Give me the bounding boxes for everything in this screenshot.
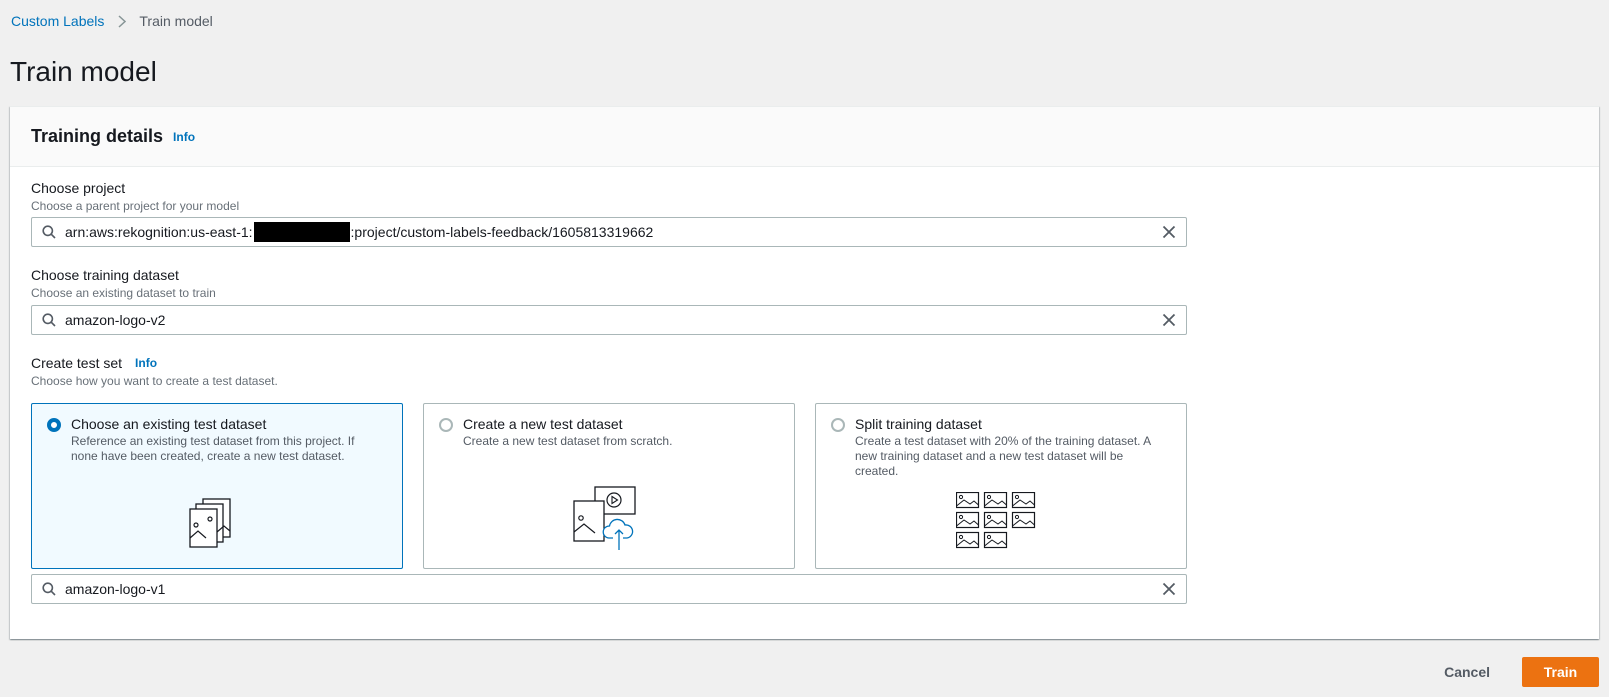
tile-description: Create a new test dataset from scratch. xyxy=(463,434,673,448)
search-icon xyxy=(42,225,56,239)
project-label: Choose project xyxy=(31,180,126,196)
project-description: Choose a parent project for your model xyxy=(31,199,240,213)
training-details-panel: Training details Info Choose project Cho… xyxy=(10,106,1599,639)
test-set-description: Choose how you want to create a test dat… xyxy=(31,374,278,388)
breadcrumb: Custom Labels Train model xyxy=(11,13,213,29)
training-dataset-input[interactable] xyxy=(65,306,1162,334)
project-field: Choose project Choose a parent project f… xyxy=(31,180,239,213)
redacted-account-id xyxy=(253,222,350,242)
close-icon[interactable] xyxy=(1162,313,1176,327)
project-value: arn:aws:rekognition:us-east-1: :project/… xyxy=(65,222,1162,242)
form-actions: Cancel Train xyxy=(1424,657,1599,687)
search-icon xyxy=(42,582,56,596)
test-set-tiles: Choose an existing test dataset Referenc… xyxy=(31,403,1187,569)
tile-choose-existing-test-dataset[interactable]: Choose an existing test dataset Referenc… xyxy=(31,403,403,569)
training-details-info-link[interactable]: Info xyxy=(173,130,195,144)
test-set-field: Create test set Info Choose how you want… xyxy=(31,355,278,388)
images-stack-icon xyxy=(189,498,235,555)
radio-create-new[interactable] xyxy=(439,418,453,432)
radio-choose-existing[interactable] xyxy=(47,418,61,432)
breadcrumb-custom-labels[interactable]: Custom Labels xyxy=(11,13,104,29)
radio-split-training[interactable] xyxy=(831,418,845,432)
training-dataset-description: Choose an existing dataset to train xyxy=(31,286,216,300)
tile-description: Create a test dataset with 20% of the tr… xyxy=(855,434,1151,478)
test-set-label-row: Create test set Info xyxy=(31,355,278,371)
cancel-button[interactable]: Cancel xyxy=(1424,658,1510,686)
tile-title: Create a new test dataset xyxy=(463,416,623,432)
image-grid-icon xyxy=(955,491,1040,555)
panel-header: Training details Info xyxy=(10,107,1599,167)
project-arn-prefix: arn:aws:rekognition:us-east-1: xyxy=(65,224,253,240)
test-set-label: Create test set xyxy=(31,355,123,371)
training-dataset-label: Choose training dataset xyxy=(31,267,179,283)
test-dataset-select[interactable] xyxy=(31,574,1187,604)
image-video-upload-icon xyxy=(573,486,639,557)
panel-title: Training details xyxy=(31,126,164,146)
tile-title: Split training dataset xyxy=(855,416,982,432)
training-dataset-select[interactable] xyxy=(31,305,1187,335)
tile-split-training-dataset[interactable]: Split training dataset Create a test dat… xyxy=(815,403,1187,569)
chevron-right-icon xyxy=(118,14,127,28)
close-icon[interactable] xyxy=(1162,582,1176,596)
tile-description: Reference an existing test dataset from … xyxy=(71,434,355,463)
test-dataset-input[interactable] xyxy=(65,575,1162,603)
close-icon[interactable] xyxy=(1162,225,1176,239)
test-set-info-link[interactable]: Info xyxy=(135,356,157,370)
search-icon xyxy=(42,313,56,327)
breadcrumb-train-model: Train model xyxy=(139,13,213,29)
train-button[interactable]: Train xyxy=(1522,657,1599,687)
project-select[interactable]: arn:aws:rekognition:us-east-1: :project/… xyxy=(31,217,1187,247)
training-dataset-field: Choose training dataset Choose an existi… xyxy=(31,267,216,300)
tile-create-new-test-dataset[interactable]: Create a new test dataset Create a new t… xyxy=(423,403,795,569)
tile-title: Choose an existing test dataset xyxy=(71,416,267,432)
project-arn-suffix: :project/custom-labels-feedback/16058133… xyxy=(350,224,654,240)
page-title: Train model xyxy=(10,56,157,87)
